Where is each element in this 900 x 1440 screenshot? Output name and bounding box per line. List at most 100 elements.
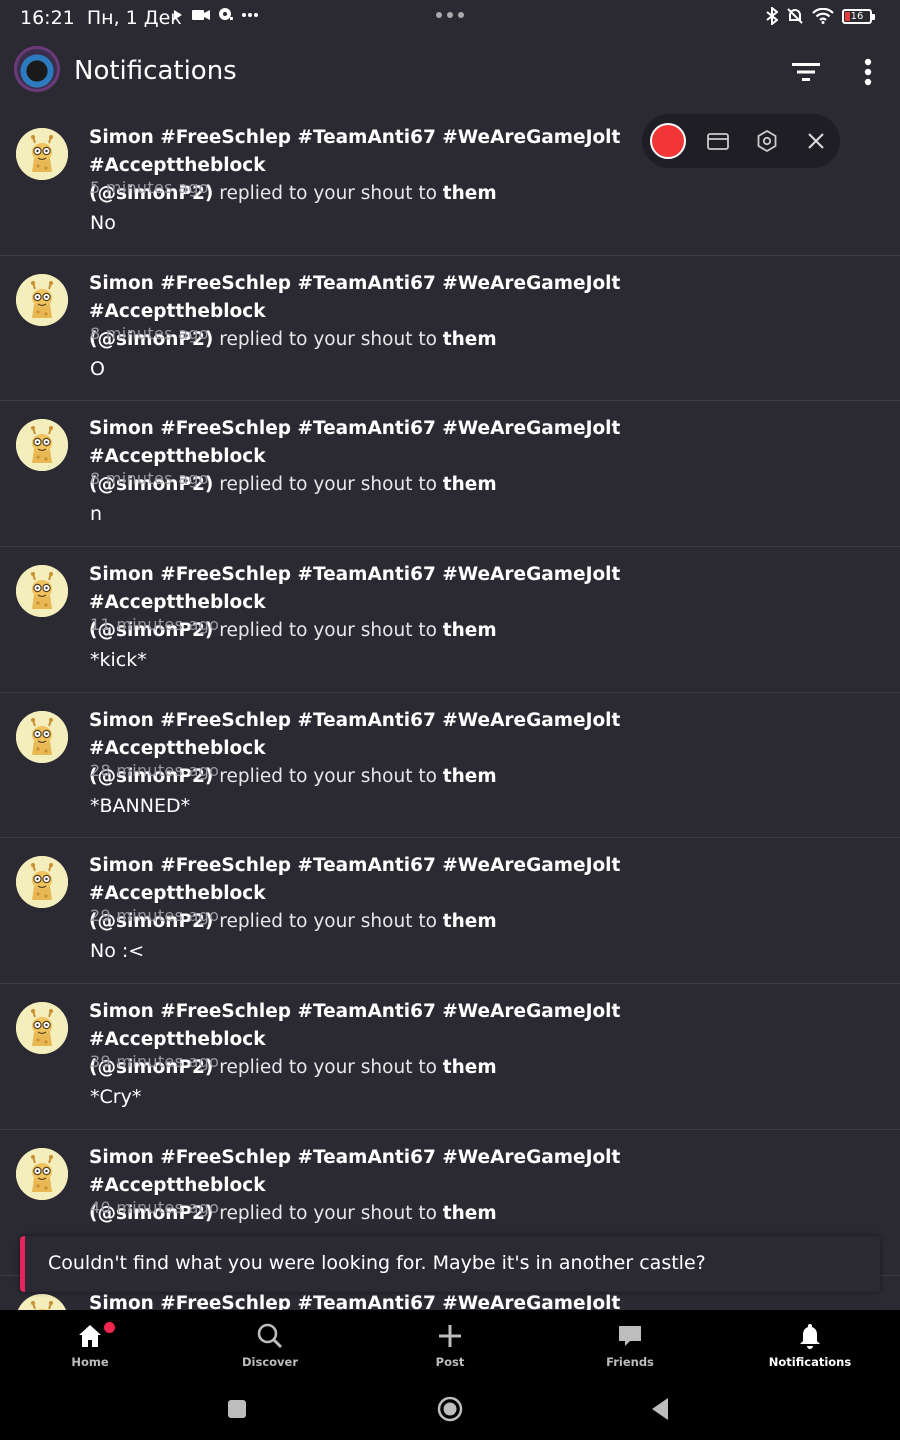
- notification-author[interactable]: Simon #FreeSchlep #TeamAnti67 #WeAreGame…: [89, 564, 620, 613]
- notification-target[interactable]: them: [443, 329, 497, 350]
- notification-item[interactable]: Simon #FreeSchlep #TeamAnti67 #WeAreGame…: [0, 838, 900, 985]
- chat-status-icon: [219, 8, 233, 20]
- giraffe-avatar-icon: [16, 1147, 68, 1200]
- notification-action: replied to your shout to: [219, 183, 437, 204]
- recents-icon[interactable]: [222, 1394, 252, 1424]
- notification-target[interactable]: them: [443, 766, 497, 787]
- screen-recorder-overlay: [642, 114, 840, 168]
- toast-message: Couldn't find what you were looking for.…: [48, 1252, 706, 1274]
- giraffe-avatar-icon: [16, 1002, 68, 1055]
- notification-author[interactable]: Simon #FreeSchlep #TeamAnti67 #WeAreGame…: [89, 273, 620, 322]
- home-icon: [79, 1325, 101, 1347]
- notification-action: replied to your shout to: [219, 765, 437, 787]
- avatar[interactable]: [16, 419, 68, 472]
- avatar[interactable]: [16, 1147, 68, 1200]
- notification-author[interactable]: Simon #FreeSchlep #TeamAnti67 #WeAreGame…: [89, 1293, 620, 1311]
- notification-action: replied to your shout to: [219, 911, 437, 933]
- battery-level: 16: [850, 10, 864, 22]
- notification-time: 28 minutes ago: [90, 760, 220, 780]
- notification-time: 8 minutes ago: [90, 469, 209, 489]
- notification-message: O: [90, 357, 105, 380]
- notification-item[interactable]: Simon #FreeSchlep #TeamAnti67 #WeAreGame…: [0, 547, 900, 693]
- status-notification-icons: [172, 8, 258, 22]
- bell-icon: [800, 1324, 820, 1349]
- notification-time: 8 minutes ago: [90, 323, 209, 343]
- notification-author[interactable]: Simon #FreeSchlep #TeamAnti67 #WeAreGame…: [89, 1147, 620, 1196]
- notification-target[interactable]: them: [443, 474, 497, 495]
- giraffe-avatar-icon: [16, 273, 68, 326]
- more-vert-icon[interactable]: [856, 56, 880, 88]
- status-system-icons: 16: [766, 7, 875, 25]
- notification-list[interactable]: Simon #FreeSchlep #TeamAnti67 #WeAreGame…: [0, 110, 900, 1310]
- notification-author[interactable]: Simon #FreeSchlep #TeamAnti67 #WeAreGame…: [89, 127, 620, 176]
- notification-author[interactable]: Simon #FreeSchlep #TeamAnti67 #WeAreGame…: [89, 418, 620, 467]
- avatar[interactable]: [16, 1002, 68, 1055]
- nav-friends[interactable]: Friends: [540, 1310, 720, 1378]
- error-toast[interactable]: Couldn't find what you were looking for.…: [20, 1236, 880, 1292]
- notification-item[interactable]: Simon #FreeSchlep #TeamAnti67 #WeAreGame…: [0, 401, 900, 548]
- notification-message: *BANNED*: [90, 794, 191, 817]
- nav-label-post: Post: [435, 1355, 465, 1369]
- nav-label-home: Home: [71, 1355, 109, 1369]
- notification-text[interactable]: Simon #FreeSchlep #TeamAnti67 #WeAreGame…: [89, 1290, 789, 1311]
- notification-time: 39 minutes ago: [90, 1052, 220, 1072]
- status-time: 16:21 Пн, 1 Дек: [20, 7, 182, 29]
- video-icon: [192, 10, 210, 20]
- nav-label-discover: Discover: [241, 1355, 299, 1369]
- notification-time: 40 minutes ago: [90, 1197, 220, 1217]
- nav-notifications[interactable]: Notifications: [720, 1310, 900, 1378]
- avatar[interactable]: [16, 565, 68, 618]
- status-date: Пн, 1 Дек: [86, 7, 182, 29]
- home-badge: [104, 1322, 115, 1333]
- notification-author[interactable]: Simon #FreeSchlep #TeamAnti67 #WeAreGame…: [89, 855, 620, 904]
- notification-action: replied to your shout to: [219, 1202, 437, 1224]
- notification-message: No :<: [90, 940, 145, 963]
- record-icon[interactable]: [650, 123, 686, 159]
- notification-target[interactable]: them: [443, 1057, 497, 1078]
- nav-post[interactable]: Post: [360, 1310, 540, 1378]
- notification-action: replied to your shout to: [219, 474, 437, 496]
- giraffe-avatar-icon: [16, 565, 68, 618]
- notification-author[interactable]: Simon #FreeSchlep #TeamAnti67 #WeAreGame…: [89, 1001, 620, 1050]
- notification-message: n: [90, 503, 103, 526]
- page-title: Notifications: [74, 56, 237, 86]
- notification-item[interactable]: Simon #FreeSchlep #TeamAnti67 #WeAreGame…: [0, 256, 900, 402]
- notification-target[interactable]: them: [443, 911, 497, 932]
- close-icon[interactable]: [804, 129, 828, 153]
- notification-time: 29 minutes ago: [90, 906, 220, 926]
- battery-icon: 16: [842, 8, 875, 24]
- notification-item[interactable]: Simon #FreeSchlep #TeamAnti67 #WeAreGame…: [0, 693, 900, 839]
- settings-icon[interactable]: [755, 129, 779, 153]
- nav-discover[interactable]: Discover: [180, 1310, 360, 1378]
- avatar[interactable]: [16, 128, 68, 180]
- plus-icon: [439, 1325, 461, 1347]
- filter-icon[interactable]: [790, 58, 822, 86]
- notification-action: replied to your shout to: [219, 620, 437, 642]
- chat-icon: [619, 1326, 641, 1346]
- avatar[interactable]: [16, 1293, 68, 1310]
- home-circle-icon[interactable]: [435, 1394, 465, 1424]
- bell-off-icon: [787, 8, 803, 24]
- screenshot-icon[interactable]: [706, 129, 730, 153]
- avatar[interactable]: [16, 273, 68, 326]
- user-avatar[interactable]: [14, 46, 60, 92]
- nav-label-friends: Friends: [606, 1355, 654, 1369]
- notification-author[interactable]: Simon #FreeSchlep #TeamAnti67 #WeAreGame…: [89, 710, 620, 759]
- notification-message: *kick*: [90, 649, 147, 672]
- window-handle-icon[interactable]: [436, 12, 464, 18]
- notification-target[interactable]: them: [443, 183, 497, 204]
- status-bar: 16:21 Пн, 1 Дек 16: [0, 0, 900, 36]
- notification-time: 11 minutes ago: [90, 615, 220, 635]
- notification-item[interactable]: Simon #FreeSchlep #TeamAnti67 #WeAreGame…: [0, 984, 900, 1130]
- notification-target[interactable]: them: [443, 620, 497, 641]
- notification-time: 5 minutes ago: [90, 178, 209, 197]
- back-icon[interactable]: [646, 1394, 676, 1424]
- giraffe-avatar-icon: [16, 128, 68, 180]
- notification-target[interactable]: them: [443, 1203, 497, 1224]
- giraffe-avatar-icon: [16, 856, 68, 909]
- nav-home[interactable]: Home: [0, 1310, 180, 1378]
- avatar[interactable]: [16, 856, 68, 909]
- system-nav-bar: [0, 1378, 900, 1440]
- search-icon: [257, 1323, 283, 1349]
- avatar[interactable]: [16, 710, 68, 763]
